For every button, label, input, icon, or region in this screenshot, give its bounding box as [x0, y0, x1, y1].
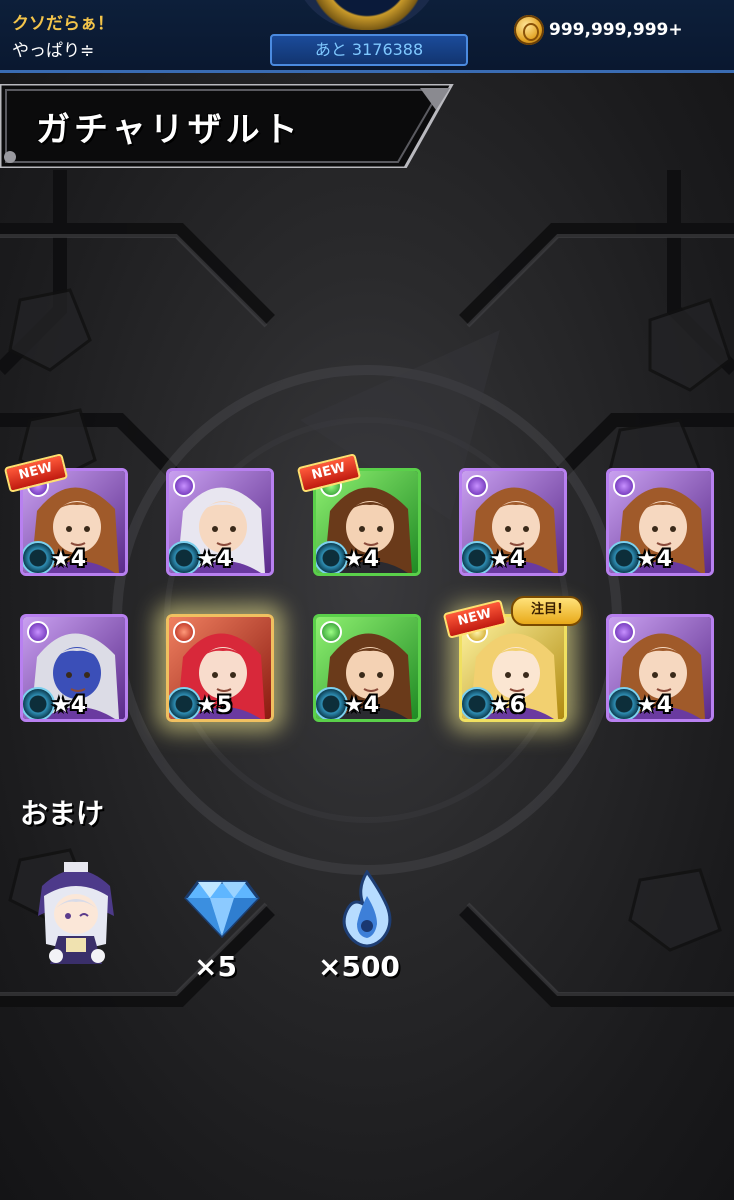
dark-element-icon	[466, 475, 488, 497]
background	[0, 0, 734, 1200]
bonus-character-icon	[38, 862, 114, 964]
coin-amount: 999,999,999+	[549, 20, 683, 40]
result-card[interactable]: ★4	[606, 614, 714, 722]
gem-count: ×5	[194, 950, 237, 983]
soul-essence-icon	[342, 870, 392, 948]
essence-count: ×500	[318, 950, 400, 983]
result-card[interactable]: ★4	[459, 468, 567, 576]
rarity-label: ★6	[490, 693, 526, 718]
rarity-label: ★4	[344, 547, 380, 572]
player-name: クソだらぁ！	[12, 14, 114, 34]
result-card[interactable]: ★4	[606, 468, 714, 576]
focus-badge: 注目!	[511, 596, 583, 626]
orb-gem-icon	[184, 880, 260, 938]
luck-soul-icon	[462, 687, 494, 719]
rarity-label: ★4	[637, 693, 673, 718]
fire-element-icon	[173, 621, 195, 643]
rarity-label: ★4	[51, 693, 87, 718]
luck-soul-icon	[23, 541, 55, 573]
luck-soul-icon	[169, 687, 201, 719]
page-title: ガチャリザルト	[36, 110, 302, 150]
luck-soul-icon	[316, 687, 348, 719]
dark-element-icon	[173, 475, 195, 497]
result-card[interactable]: ★5	[166, 614, 274, 722]
remaining-exp-pill: あと 3176388	[270, 34, 468, 66]
remaining-exp-label: あと 3176388	[314, 40, 424, 59]
rank-emblem	[292, 0, 442, 30]
rarity-label: ★4	[344, 693, 380, 718]
luck-soul-icon	[23, 687, 55, 719]
rarity-label: ★4	[197, 547, 233, 572]
result-card[interactable]: ★4	[166, 468, 274, 576]
bonus-title: おまけ	[20, 797, 105, 830]
luck-soul-icon	[462, 541, 494, 573]
dark-element-icon	[27, 621, 49, 643]
result-card[interactable]: ★4	[313, 614, 421, 722]
luck-soul-icon	[609, 541, 641, 573]
wood-element-icon	[320, 621, 342, 643]
luck-soul-icon	[169, 541, 201, 573]
rarity-label: ★5	[197, 693, 233, 718]
result-card[interactable]: ★4	[20, 614, 128, 722]
coin-icon	[514, 15, 544, 45]
rarity-label: ★4	[490, 547, 526, 572]
top-status-bar: クソだらぁ！ やっぱり≑ あと 3176388 999,999,999+	[0, 0, 734, 73]
dark-element-icon	[613, 621, 635, 643]
rarity-label: ★4	[637, 547, 673, 572]
luck-soul-icon	[609, 687, 641, 719]
rarity-label: ★4	[51, 547, 87, 572]
player-subtitle: やっぱり≑	[12, 41, 95, 61]
luck-soul-icon	[316, 541, 348, 573]
dark-element-icon	[613, 475, 635, 497]
